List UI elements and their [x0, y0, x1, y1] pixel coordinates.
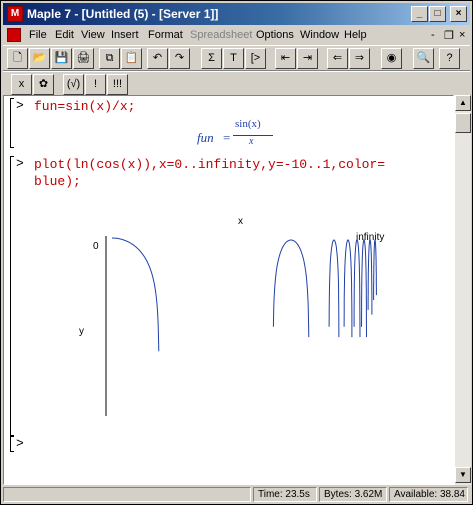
document-icon[interactable]: [7, 28, 21, 42]
execution-group-bracket[interactable]: [10, 436, 14, 452]
check-syntax-icon[interactable]: (√): [63, 74, 84, 95]
main-toolbar: 🗋 📂 💾 🖨 ⧉ 📋 ↶ ↷ Σ T [> ⇤ ⇥ ⇐ ⇒ ◉ 🔍?: [3, 45, 470, 71]
forward-icon[interactable]: ⇒: [349, 48, 370, 69]
output-eq: =: [223, 130, 231, 145]
stop-icon[interactable]: ◉: [381, 48, 402, 69]
doc-restore-button[interactable]: ❐: [444, 29, 454, 42]
menu-insert[interactable]: Insert: [111, 29, 139, 41]
plot-output[interactable]: x y 0 infinity: [4, 206, 454, 446]
menu-spreadsheet[interactable]: Spreadsheet: [190, 29, 252, 41]
indent-left-icon[interactable]: ⇤: [275, 48, 296, 69]
output-lhs: fun: [197, 130, 214, 145]
prompt-icon[interactable]: [>: [245, 48, 266, 69]
menu-help[interactable]: Help: [344, 29, 367, 41]
menu-edit[interactable]: Edit: [55, 29, 74, 41]
open-icon[interactable]: 📂: [29, 48, 50, 69]
vertical-scrollbar[interactable]: ▲ ▼: [454, 95, 471, 485]
output-denominator: x: [249, 136, 254, 147]
curve-segment: [112, 237, 160, 352]
status-bytes: Bytes: 3.62M: [319, 487, 387, 502]
scroll-down-arrow[interactable]: ▼: [455, 467, 471, 483]
status-bar: Time: 23.5s Bytes: 3.62M Available: 38.8…: [3, 486, 470, 503]
paste-icon[interactable]: 📋: [121, 48, 142, 69]
save-icon[interactable]: 💾: [51, 48, 72, 69]
math-mode-icon[interactable]: x: [11, 74, 32, 95]
indent-right-icon[interactable]: ⇥: [297, 48, 318, 69]
execute-icon[interactable]: !: [85, 74, 106, 95]
curve-segment: [272, 239, 310, 338]
menu-file[interactable]: File: [29, 29, 47, 41]
doc-minimize-button[interactable]: -: [431, 29, 435, 41]
curve-segment: [361, 239, 367, 338]
redo-icon[interactable]: ↷: [169, 48, 190, 69]
status-message: [3, 487, 251, 502]
doc-close-button[interactable]: ×: [459, 29, 465, 41]
curve-segment: [353, 239, 361, 338]
input-command-1[interactable]: fun=sin(x)/x;: [34, 98, 135, 115]
zoom-icon[interactable]: 🔍: [413, 48, 434, 69]
prompt-marker: >: [16, 98, 24, 113]
input-command-2-line1: plot(ln(cos(x)),x=0..infinity,y=-10..1,c…: [34, 157, 386, 172]
input-command-2[interactable]: plot(ln(cos(x)),x=0..infinity,y=-10..1,c…: [34, 156, 385, 190]
menu-bar: File Edit View Insert Format Spreadsheet…: [3, 26, 470, 44]
status-available: Available: 38.84: [389, 487, 468, 502]
scroll-up-arrow[interactable]: ▲: [455, 95, 471, 111]
y-tick-0: 0: [93, 241, 99, 252]
print-icon[interactable]: 🖨: [73, 48, 94, 69]
window-title: Maple 7 - [Untitled (5) - [Server 1]]: [27, 7, 219, 21]
empty-prompt[interactable]: >: [16, 436, 24, 451]
maple-leaf-icon: M: [7, 6, 23, 22]
undo-icon[interactable]: ↶: [147, 48, 168, 69]
curve-segment: [373, 239, 377, 300]
worksheet[interactable]: > fun=sin(x)/x; fun = sin(x) x > plot(ln…: [3, 95, 454, 485]
close-button[interactable]: ×: [450, 6, 467, 22]
input-command-2-line2: blue);: [34, 174, 81, 189]
text-icon[interactable]: T: [223, 48, 244, 69]
maximize-button[interactable]: □: [429, 6, 446, 22]
menu-window[interactable]: Window: [300, 29, 339, 41]
title-bar[interactable]: M Maple 7 - [Untitled (5) - [Server 1]] …: [3, 3, 470, 25]
help-icon[interactable]: ?: [439, 48, 460, 69]
maple-mode-icon[interactable]: ✿: [33, 74, 54, 95]
output-numerator: sin(x): [235, 118, 261, 130]
menu-options[interactable]: Options: [256, 29, 294, 41]
new-icon[interactable]: 🗋: [7, 48, 28, 69]
menu-view[interactable]: View: [81, 29, 105, 41]
execute-all-icon[interactable]: !!!: [107, 74, 128, 95]
maple-window: M Maple 7 - [Untitled (5) - [Server 1]] …: [0, 0, 473, 505]
status-time: Time: 23.5s: [253, 487, 317, 502]
prompt-marker: >: [16, 156, 24, 171]
x-axis-label: x: [238, 216, 243, 227]
plot-curves: [112, 237, 377, 352]
minimize-button[interactable]: _: [411, 6, 428, 22]
copy-icon[interactable]: ⧉: [99, 48, 120, 69]
execution-group-bracket[interactable]: [10, 98, 14, 148]
menu-format[interactable]: Format: [148, 29, 183, 41]
curve-segment: [343, 239, 353, 338]
y-axis-label: y: [79, 326, 84, 337]
curve-segment: [328, 239, 340, 338]
sum-icon[interactable]: Σ: [201, 48, 222, 69]
context-toolbar: x ✿ (√)!!!!: [3, 71, 470, 97]
back-icon[interactable]: ⇐: [327, 48, 348, 69]
curve-segment: [367, 239, 373, 315]
scroll-thumb[interactable]: [455, 113, 471, 133]
